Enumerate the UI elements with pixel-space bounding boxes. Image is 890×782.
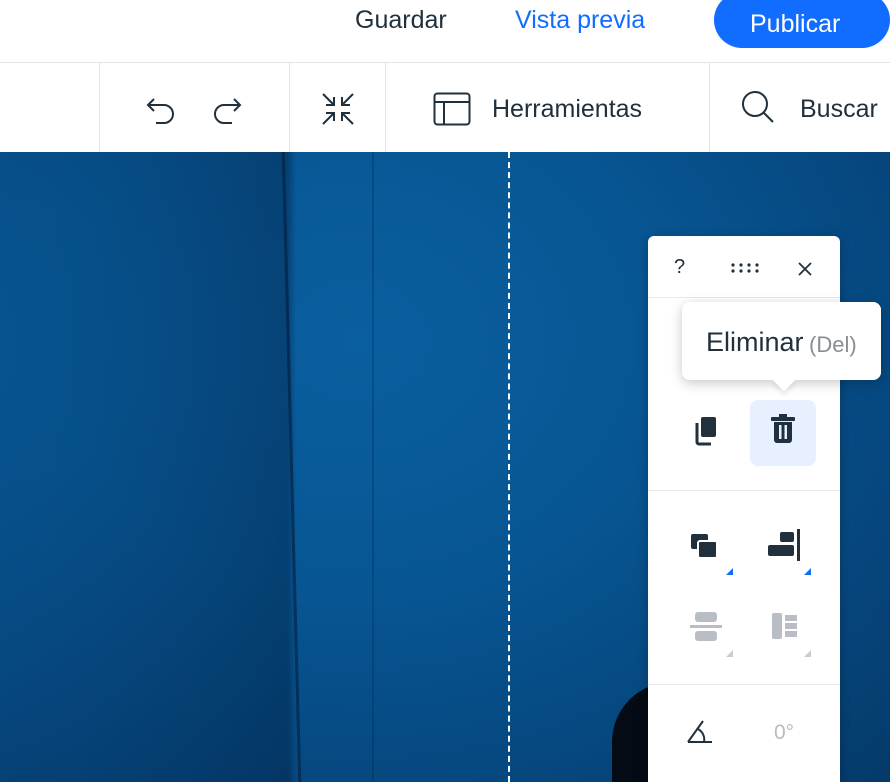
rotate-icon[interactable]: [685, 717, 715, 745]
tooltip-body: Eliminar (Del): [682, 302, 881, 380]
panel-divider: [648, 684, 840, 685]
match-size-button[interactable]: [750, 594, 816, 660]
search-icon[interactable]: [740, 89, 776, 125]
editor-toolbar: Herramientas Buscar: [0, 63, 890, 152]
undo-icon[interactable]: [144, 93, 178, 127]
rotation-value[interactable]: 0°: [774, 721, 794, 745]
duplicate-icon: [695, 417, 716, 446]
delete-icon: [771, 414, 795, 443]
curtain-fold: [372, 152, 374, 782]
dropdown-indicator: [726, 650, 733, 657]
top-bar: Guardar Vista previa Publicar: [0, 0, 890, 63]
toolbar-divider: [709, 63, 710, 152]
toolbar-divider: [289, 63, 290, 152]
distribute-button[interactable]: [672, 594, 738, 660]
tooltip-shortcut: (Del): [809, 332, 857, 357]
duplicate-button[interactable]: [672, 400, 738, 466]
panel-divider: [648, 490, 840, 491]
publish-button[interactable]: Publicar: [714, 0, 890, 48]
toolbar-divider: [99, 63, 100, 152]
redo-icon[interactable]: [210, 93, 244, 127]
zoom-out-icon[interactable]: [320, 91, 356, 127]
distribute-icon: [690, 612, 722, 641]
panel-header: ?: [648, 236, 840, 298]
tools-label[interactable]: Herramientas: [492, 94, 642, 124]
search-label[interactable]: Buscar: [800, 94, 878, 124]
toolbar-divider: [385, 63, 386, 152]
delete-button[interactable]: [750, 400, 816, 466]
close-icon[interactable]: [797, 261, 813, 277]
align-button[interactable]: [750, 512, 816, 578]
arrange-icon: [691, 534, 718, 559]
preview-button[interactable]: Vista previa: [515, 4, 645, 36]
dropdown-indicator: [726, 568, 733, 575]
arrange-button[interactable]: [672, 512, 738, 578]
tools-panel-icon[interactable]: [433, 92, 471, 126]
tooltip-label: Eliminar: [706, 327, 804, 357]
alignment-guide: [508, 152, 510, 782]
align-icon: [768, 529, 800, 561]
dropdown-indicator: [804, 650, 811, 657]
help-button[interactable]: ?: [674, 256, 685, 279]
dropdown-indicator: [804, 568, 811, 575]
curtain-fold: [281, 152, 302, 782]
match-size-icon: [772, 613, 797, 639]
save-button[interactable]: Guardar: [355, 4, 447, 36]
delete-tooltip: Eliminar (Del): [682, 302, 881, 392]
drag-handle-icon[interactable]: [731, 262, 761, 274]
